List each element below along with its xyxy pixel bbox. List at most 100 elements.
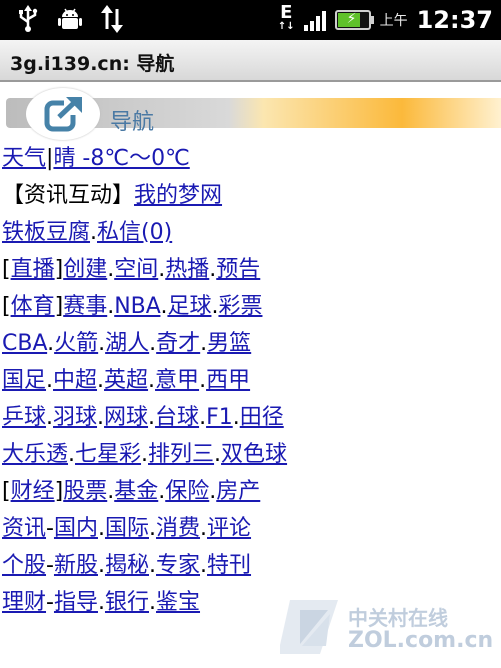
nav-line: 个股-新股.揭秘.专家.特刊 <box>0 547 501 584</box>
nav-link[interactable]: 评论 <box>207 516 251 541</box>
separator-text: . <box>97 516 105 541</box>
clock: 12:37 <box>416 6 493 34</box>
nav-link[interactable]: 火箭 <box>54 331 98 356</box>
nav-link[interactable]: 房产 <box>216 479 260 504</box>
nav-link[interactable]: 新股 <box>54 553 98 578</box>
nav-link[interactable]: 网球 <box>104 405 148 430</box>
separator-text: 【资讯互动】 <box>2 183 135 208</box>
nav-link[interactable]: 乒球 <box>2 405 46 430</box>
status-bar: E ↑↓ ⚡ 上午 12:37 <box>0 0 501 40</box>
network-type-indicator: E ↑↓ <box>278 4 295 34</box>
nav-link[interactable]: 国足 <box>2 368 46 393</box>
nav-link[interactable]: 晴 -8℃～0℃ <box>53 146 189 171</box>
battery-charging-icon: ⚡ <box>334 10 374 30</box>
nav-link[interactable]: 财经 <box>11 479 55 504</box>
nav-line: 国足.中超.英超.意甲.西甲 <box>0 362 501 399</box>
separator-text: . <box>200 553 208 578</box>
nav-link[interactable]: 赛事 <box>63 294 107 319</box>
nav-link[interactable]: 意甲 <box>155 368 199 393</box>
separator-text: . <box>97 405 105 430</box>
nav-line: 天气|晴 -8℃～0℃ <box>0 140 501 177</box>
nav-link[interactable]: 双色球 <box>221 442 287 467</box>
separator-text: [ <box>2 479 11 504</box>
nav-link[interactable]: 资讯 <box>2 516 46 541</box>
nav-link[interactable]: 男篮 <box>207 331 251 356</box>
nav-link[interactable]: 铁板豆腐 <box>2 220 90 245</box>
nav-link[interactable]: 揭秘 <box>105 553 149 578</box>
nav-banner: 导航 <box>0 88 501 140</box>
separator-text: . <box>148 405 156 430</box>
nav-link[interactable]: 热播 <box>165 257 209 282</box>
nav-link[interactable]: CBA <box>2 331 47 356</box>
nav-line: 【资讯互动】我的梦网 <box>0 177 501 214</box>
separator-text: . <box>46 405 54 430</box>
nav-link[interactable]: 基金 <box>114 479 158 504</box>
nav-line: 乒球.羽球.网球.台球.F1.田径 <box>0 399 501 436</box>
nav-link[interactable]: 银行 <box>105 590 149 615</box>
signal-icon <box>303 9 326 31</box>
status-bar-system: E ↑↓ ⚡ 上午 12:37 <box>278 2 493 38</box>
nav-link[interactable]: 体育 <box>11 294 55 319</box>
nav-link[interactable]: 理财 <box>2 590 46 615</box>
nav-link[interactable]: 台球 <box>155 405 199 430</box>
nav-link[interactable]: 创建 <box>63 257 107 282</box>
separator-text: . <box>97 368 105 393</box>
separator-text: [ <box>2 257 11 282</box>
nav-link[interactable]: 我的梦网 <box>134 183 222 208</box>
separator-text: . <box>200 516 208 541</box>
nav-link[interactable]: 保险 <box>165 479 209 504</box>
nav-link[interactable]: 英超 <box>104 368 148 393</box>
nav-link[interactable]: 湖人 <box>105 331 149 356</box>
separator-text: - <box>46 590 54 615</box>
nav-link[interactable]: 排列三 <box>148 442 214 467</box>
nav-link[interactable]: 预告 <box>216 257 260 282</box>
nav-link[interactable]: F1 <box>206 405 233 430</box>
nav-link[interactable]: 私信(0) <box>97 220 172 245</box>
separator-text: . <box>148 368 156 393</box>
separator-text: . <box>232 405 240 430</box>
nav-link[interactable]: 彩票 <box>218 294 262 319</box>
nav-link[interactable]: 鉴宝 <box>156 590 200 615</box>
nav-link[interactable]: 中超 <box>53 368 97 393</box>
nav-link[interactable]: 专家 <box>156 553 200 578</box>
nav-link[interactable]: 国际 <box>105 516 149 541</box>
separator-text: . <box>90 220 98 245</box>
nav-link[interactable]: 羽球 <box>53 405 97 430</box>
nav-line: CBA.火箭.湖人.奇才.男篮 <box>0 325 501 362</box>
nav-link[interactable]: 指导 <box>54 590 98 615</box>
nav-line: 资讯-国内.国际.消费.评论 <box>0 510 501 547</box>
watermark: 中关村在线 ZOL.com.cn <box>278 594 494 664</box>
separator-text: ] <box>54 257 64 282</box>
nav-link[interactable]: 特刊 <box>207 553 251 578</box>
watermark-line2: ZOL.com.cn <box>348 628 494 653</box>
nav-link[interactable]: 国内 <box>54 516 98 541</box>
zol-logo-icon <box>278 596 340 658</box>
data-transfer-icon <box>98 4 126 34</box>
separator-text: . <box>141 442 149 467</box>
nav-link[interactable]: 田径 <box>240 405 284 430</box>
ampm-label: 上午 <box>379 13 408 29</box>
nav-link[interactable]: 股票 <box>63 479 107 504</box>
nav-link[interactable]: 直播 <box>11 257 55 282</box>
nav-link[interactable]: 奇才 <box>156 331 200 356</box>
nav-link-list: 天气|晴 -8℃～0℃ 【资讯互动】我的梦网 铁板豆腐.私信(0) [直播]创建.空间… <box>0 140 501 621</box>
nav-link[interactable]: 大乐透 <box>2 442 68 467</box>
nav-link[interactable]: 空间 <box>114 257 158 282</box>
separator-text: . <box>97 590 105 615</box>
separator-text: - <box>46 516 54 541</box>
nav-link[interactable]: 七星彩 <box>75 442 141 467</box>
separator-text: . <box>149 553 156 578</box>
nav-link[interactable]: 天气 <box>2 146 46 171</box>
nav-line: 铁板豆腐.私信(0) <box>0 214 501 251</box>
nav-link[interactable]: 消费 <box>156 516 200 541</box>
nav-link[interactable]: 西甲 <box>206 368 250 393</box>
separator-text: - <box>46 553 54 578</box>
nav-link[interactable]: NBA <box>114 294 160 319</box>
nav-line: [体育]赛事.NBA.足球.彩票 <box>0 288 501 325</box>
browser-title-bar[interactable]: 3g.i139.cn: 导航 <box>0 40 501 82</box>
separator-text: [ <box>2 294 11 319</box>
separator-text: . <box>199 405 207 430</box>
nav-link[interactable]: 足球 <box>167 294 211 319</box>
separator-text: . <box>97 553 105 578</box>
nav-link[interactable]: 个股 <box>2 553 46 578</box>
